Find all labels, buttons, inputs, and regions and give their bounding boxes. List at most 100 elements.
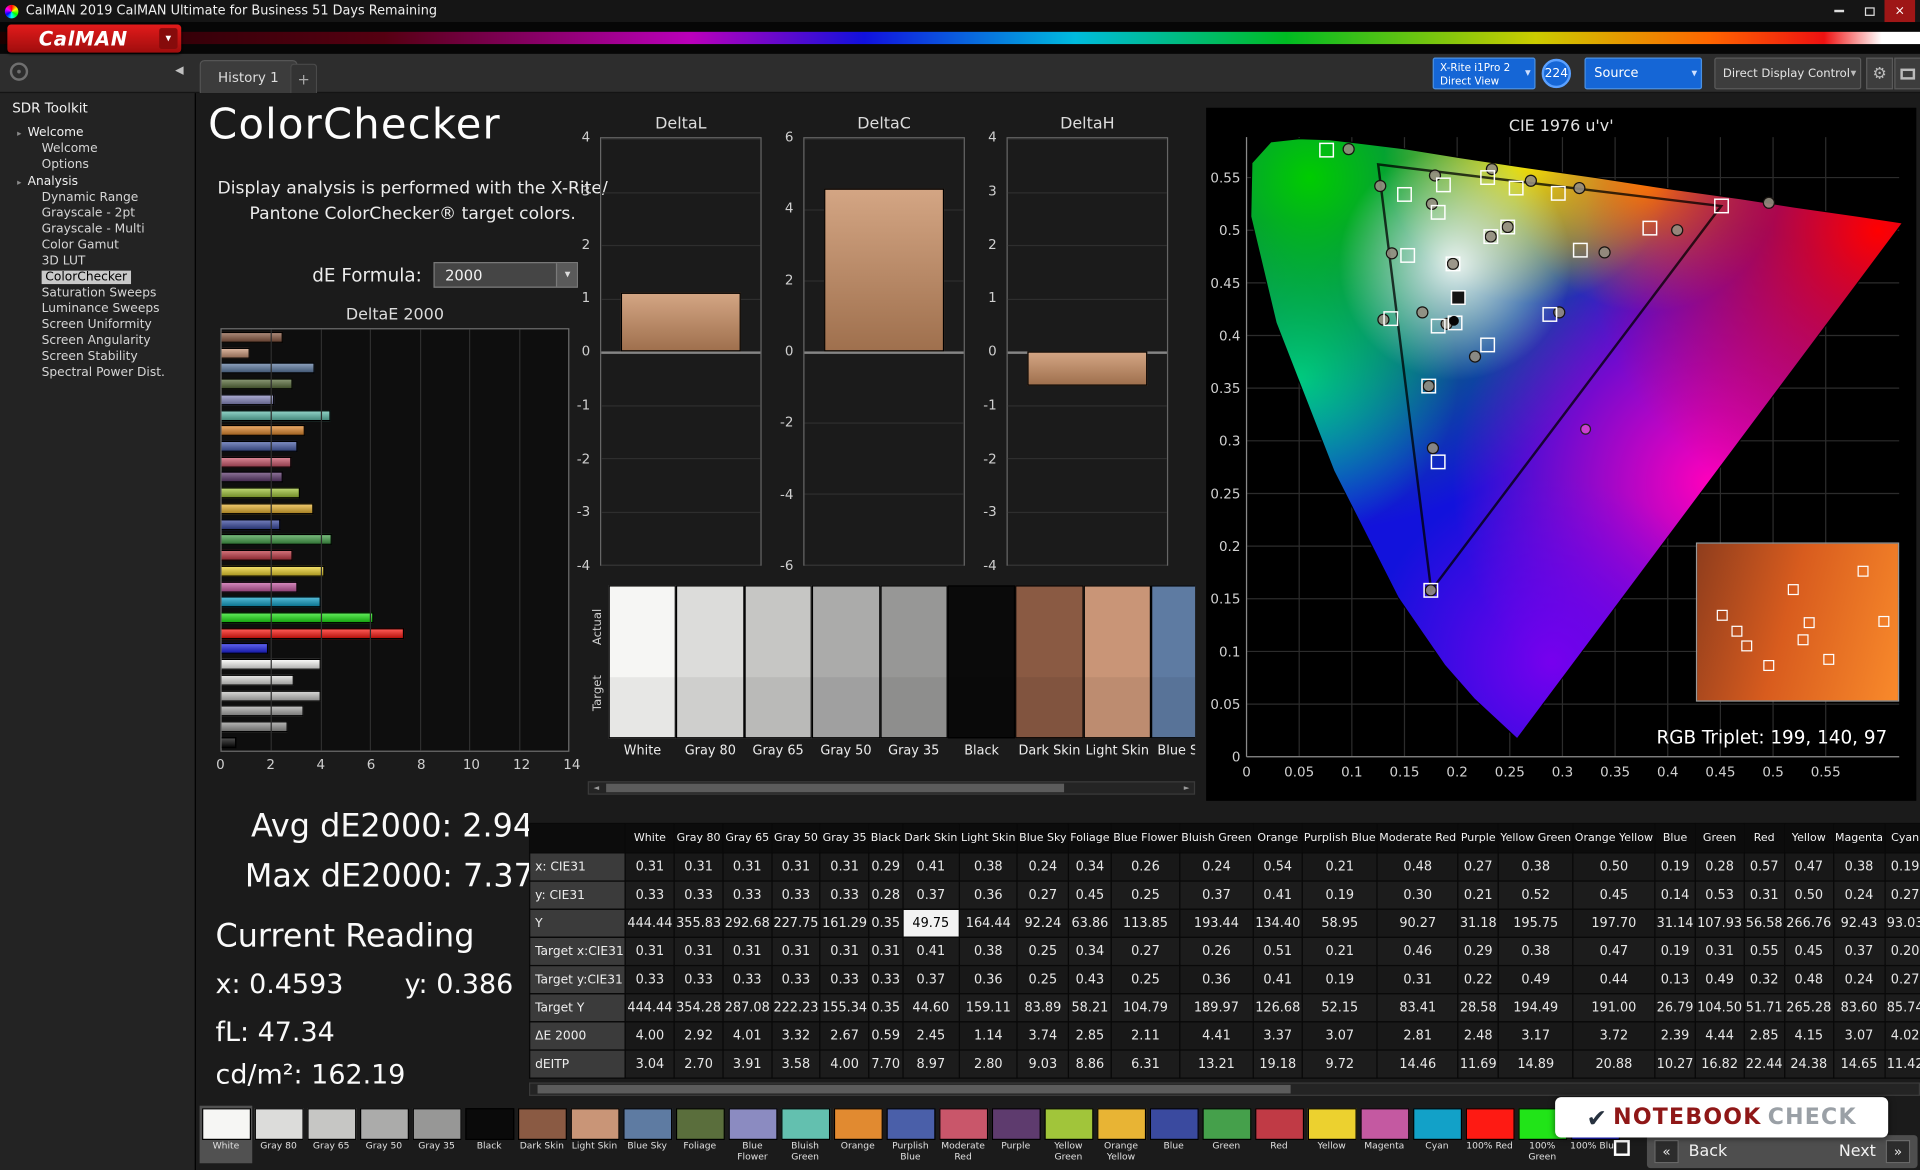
toolbar: History 1 + ◀ X-Rite i1Pro 2 Direct View… bbox=[0, 53, 1920, 94]
patch-button-bluish-green[interactable]: Bluish Green bbox=[779, 1106, 832, 1164]
sidebar-item-screen-uniformity[interactable]: Screen Uniformity bbox=[0, 317, 195, 333]
source-dropdown[interactable]: Source ▼ bbox=[1584, 57, 1703, 90]
gridline bbox=[601, 191, 761, 193]
sidebar-item-options[interactable]: Options bbox=[0, 157, 195, 173]
display-control-dropdown[interactable]: Direct Display Control ▼ bbox=[1714, 57, 1862, 90]
swatch-gray-65[interactable]: Gray 65 bbox=[744, 585, 813, 775]
back-chevron-icon[interactable]: « bbox=[1654, 1140, 1679, 1164]
next-button[interactable]: Next bbox=[1839, 1142, 1876, 1160]
tree-expand-icon[interactable]: ▸ bbox=[17, 177, 21, 187]
sidebar-item-luminance-sweeps[interactable]: Luminance Sweeps bbox=[0, 301, 195, 317]
table-scrollbar[interactable] bbox=[528, 1082, 1920, 1096]
patch-button-label: Blue Sky bbox=[627, 1141, 667, 1152]
calman-logo[interactable]: CalMAN ▼ bbox=[7, 24, 182, 53]
patch-button-orange-yellow[interactable]: Orange Yellow bbox=[1095, 1106, 1148, 1164]
patch-button-blue[interactable]: Blue bbox=[1147, 1106, 1200, 1164]
sidebar-item-dynamic-range[interactable]: Dynamic Range bbox=[0, 190, 195, 206]
table-cell: 0.45 bbox=[1572, 880, 1656, 910]
scrollbar-thumb[interactable] bbox=[606, 783, 1065, 793]
patch-swatch bbox=[938, 1108, 988, 1141]
maximize-button[interactable] bbox=[1854, 0, 1885, 22]
patch-button-gray-65[interactable]: Gray 65 bbox=[305, 1106, 358, 1164]
patch-button-moderate-red[interactable]: Moderate Red bbox=[937, 1106, 990, 1164]
patch-button-green[interactable]: Green bbox=[1200, 1106, 1253, 1164]
patch-button-black[interactable]: Black bbox=[463, 1106, 516, 1164]
monitor-icon bbox=[1900, 67, 1916, 79]
patch-button-gray-35[interactable]: Gray 35 bbox=[410, 1106, 463, 1164]
de-formula-select[interactable]: 2000 ▼ bbox=[434, 262, 579, 288]
sidebar-item-spectral-power-dist[interactable]: Spectral Power Dist. bbox=[0, 365, 195, 381]
table-cell: 287.08 bbox=[722, 993, 773, 1023]
patch-button-red[interactable]: Red bbox=[1253, 1106, 1306, 1164]
swatch-white[interactable]: White bbox=[608, 585, 677, 775]
table-cell: 0.31 bbox=[722, 936, 773, 967]
deltae-bar-purplish-blue bbox=[221, 440, 298, 452]
sidebar-item-grayscale-multi[interactable]: Grayscale - Multi bbox=[0, 222, 195, 238]
workflow-home-button[interactable] bbox=[9, 62, 29, 81]
sidebar-item-welcome[interactable]: Welcome bbox=[0, 141, 195, 157]
table-cell: 0.34 bbox=[1067, 852, 1113, 882]
patch-button-blue-flower[interactable]: Blue Flower bbox=[726, 1106, 779, 1164]
table-cell: 104.50 bbox=[1694, 993, 1745, 1023]
meter-count-badge[interactable]: 224 bbox=[1541, 58, 1572, 89]
patch-button-gray-50[interactable]: Gray 50 bbox=[358, 1106, 411, 1164]
scrollbar-thumb[interactable] bbox=[537, 1084, 1291, 1094]
table-cell: 0.31 bbox=[1694, 936, 1745, 967]
sidebar-collapse-arrow[interactable]: ◀ bbox=[175, 65, 183, 77]
sidebar-item-colorchecker[interactable]: ColorChecker bbox=[0, 269, 195, 285]
swatch-gray-50[interactable]: Gray 50 bbox=[812, 585, 880, 775]
table-cell: 2.85 bbox=[1743, 1021, 1786, 1051]
meter-dropdown[interactable]: X-Rite i1Pro 2 Direct View ▼ bbox=[1432, 57, 1536, 90]
scroll-left-icon[interactable]: ◄ bbox=[589, 782, 604, 793]
patch-button-foliage[interactable]: Foliage bbox=[673, 1106, 726, 1164]
swatch-blue-sky[interactable]: Blue Sky bbox=[1151, 585, 1196, 775]
table-cell: 0.31 bbox=[673, 852, 724, 882]
sidebar-item-3d-lut[interactable]: 3D LUT bbox=[0, 253, 195, 269]
patch-button-dark-skin[interactable]: Dark Skin bbox=[516, 1106, 569, 1164]
patch-button-blue-sky[interactable]: Blue Sky bbox=[621, 1106, 674, 1164]
swatch-black[interactable]: Black bbox=[947, 585, 1016, 775]
sidebar-section-welcome[interactable]: ▸ Welcome bbox=[0, 124, 195, 141]
sidebar-item-color-gamut[interactable]: Color Gamut bbox=[0, 238, 195, 254]
sidebar-item-saturation-sweeps[interactable]: Saturation Sweeps bbox=[0, 285, 195, 301]
patch-swatch bbox=[1254, 1108, 1304, 1141]
patch-button-magenta[interactable]: Magenta bbox=[1358, 1106, 1411, 1164]
sidebar-item-grayscale-2pt[interactable]: Grayscale - 2pt bbox=[0, 206, 195, 222]
patch-button-white[interactable]: White bbox=[199, 1105, 253, 1164]
logo-menu-arrow-icon[interactable]: ▼ bbox=[159, 28, 178, 49]
tab-history-1[interactable]: History 1 bbox=[199, 60, 298, 94]
display-settings-button[interactable] bbox=[1894, 57, 1920, 90]
next-chevron-icon[interactable]: » bbox=[1885, 1140, 1911, 1164]
swatch-gray-80[interactable]: Gray 80 bbox=[676, 585, 745, 775]
swatch-dark-skin[interactable]: Dark Skin bbox=[1015, 585, 1084, 775]
patch-button-cyan[interactable]: Cyan bbox=[1411, 1106, 1464, 1164]
patch-button-purplish-blue[interactable]: Purplish Blue bbox=[884, 1106, 937, 1164]
swatch-light-skin[interactable]: Light Skin bbox=[1083, 585, 1152, 775]
back-button[interactable]: Back bbox=[1689, 1142, 1728, 1160]
svg-text:0.55: 0.55 bbox=[1811, 765, 1841, 780]
tree-expand-icon[interactable]: ▸ bbox=[17, 128, 21, 138]
patch-button-yellow[interactable]: Yellow bbox=[1305, 1106, 1358, 1164]
patch-button-yellow-green[interactable]: Yellow Green bbox=[1042, 1106, 1095, 1164]
sidebar-item-screen-stability[interactable]: Screen Stability bbox=[0, 349, 195, 365]
settings-button[interactable]: ⚙ bbox=[1866, 57, 1894, 90]
add-tab-button[interactable]: + bbox=[290, 63, 318, 94]
scroll-right-icon[interactable]: ► bbox=[1179, 782, 1194, 793]
sidebar-item-screen-angularity[interactable]: Screen Angularity bbox=[0, 333, 195, 349]
swatch-gray-35[interactable]: Gray 35 bbox=[879, 585, 948, 775]
sidebar-section-analysis[interactable]: ▸ Analysis bbox=[0, 173, 195, 190]
patch-button-orange[interactable]: Orange bbox=[831, 1106, 884, 1164]
column-header-blue: Blue bbox=[1654, 822, 1696, 854]
patch-button-light-skin[interactable]: Light Skin bbox=[568, 1106, 621, 1164]
deltah-y-axis: 4 3 2 1 0 -1 -2 -3 -4 bbox=[970, 129, 1002, 573]
table-corner-cell bbox=[528, 822, 627, 854]
patch-button-gray-80[interactable]: Gray 80 bbox=[252, 1106, 305, 1164]
patch-button-100-red[interactable]: 100% Red bbox=[1463, 1106, 1516, 1164]
swatch-strip-scrollbar[interactable]: ◄ ► bbox=[587, 781, 1196, 795]
watermark-word-1: NOTEBOOK bbox=[1613, 1104, 1762, 1131]
close-button[interactable]: × bbox=[1884, 0, 1916, 23]
minimize-button[interactable] bbox=[1823, 0, 1854, 22]
layout-toggle-button[interactable] bbox=[1613, 1140, 1630, 1156]
svg-text:0.15: 0.15 bbox=[1390, 765, 1420, 780]
patch-button-purple[interactable]: Purple bbox=[989, 1106, 1042, 1164]
